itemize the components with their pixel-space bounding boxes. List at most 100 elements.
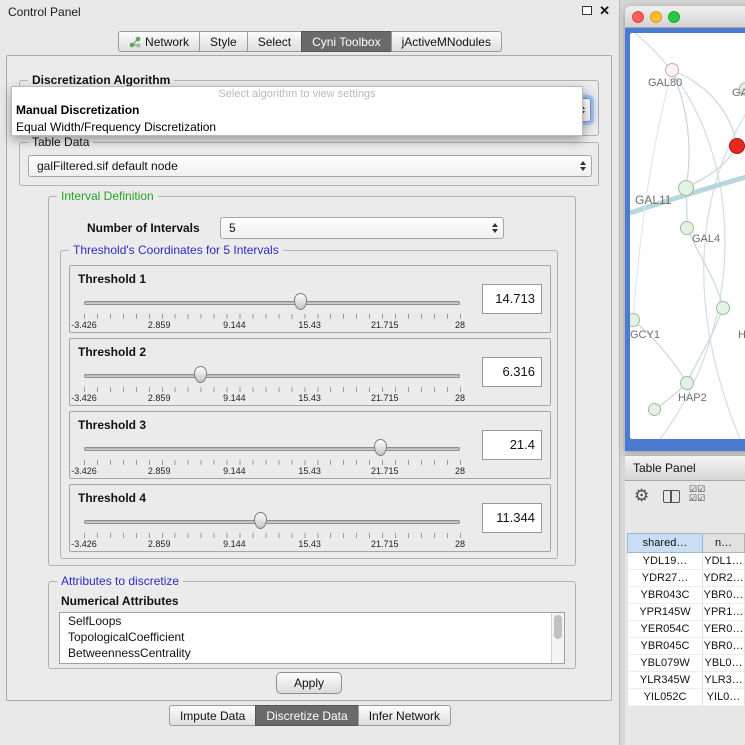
network-node[interactable] (716, 301, 730, 315)
table-cell[interactable]: YLR3… (703, 672, 745, 689)
table-row[interactable]: YBR045CYBR0… (627, 638, 745, 655)
tab-cyni-toolbox[interactable]: Cyni Toolbox (301, 31, 391, 52)
close-icon[interactable]: ✕ (599, 3, 610, 19)
table-row[interactable]: YBL079WYBL0… (627, 655, 745, 672)
table-row[interactable]: YPR145WYPR1… (627, 604, 745, 621)
table-cell[interactable]: YDL1… (703, 553, 745, 570)
list-item[interactable]: SelfLoops (60, 613, 564, 629)
float-window-icon[interactable] (582, 6, 592, 15)
network-node[interactable] (648, 403, 661, 416)
threshold-value-field[interactable]: 14.713 (482, 284, 542, 314)
table-cell[interactable]: YDR2… (703, 570, 745, 587)
tab-jactivemnodules[interactable]: jActiveMNodules (391, 31, 502, 52)
tab-select[interactable]: Select (247, 31, 302, 52)
thresholds-coordinates-group: Threshold's Coordinates for 5 Intervals … (60, 250, 558, 559)
tick-label: -3.426 (71, 393, 97, 403)
table-row[interactable]: YDL19…YDL1… (627, 553, 745, 570)
tab-discretize-data[interactable]: Discretize Data (255, 705, 358, 726)
table-row[interactable]: YIL052CYIL0… (627, 689, 745, 706)
slider-thumb[interactable] (194, 366, 207, 383)
tab-label: Impute Data (180, 709, 245, 723)
slider-ticks (84, 533, 461, 538)
threshold-value-field[interactable]: 11.344 (482, 503, 542, 533)
slider-track[interactable] (84, 447, 460, 451)
tick-label: 2.859 (148, 393, 171, 403)
slider-track[interactable] (84, 374, 460, 378)
table-panel-header[interactable]: Table Panel (625, 455, 745, 481)
combobox-value: galFiltered.sif default node (37, 159, 178, 173)
table-cell[interactable]: YLR345W (627, 672, 703, 689)
slider-ticks (84, 460, 461, 465)
threshold-value-field[interactable]: 6.316 (482, 357, 542, 387)
slider-thumb[interactable] (374, 439, 387, 456)
list-scrollbar[interactable] (551, 613, 564, 663)
tab-infer-network[interactable]: Infer Network (358, 705, 451, 726)
slider-track[interactable] (84, 520, 460, 524)
network-node[interactable] (678, 180, 694, 196)
stepper-icon (580, 161, 586, 171)
show-columns-icon[interactable] (663, 490, 680, 503)
table-cell[interactable]: YDR27… (627, 570, 703, 587)
apply-button[interactable]: Apply (276, 672, 342, 694)
table-cell[interactable]: YPR145W (627, 604, 703, 621)
network-node[interactable] (665, 63, 679, 77)
numerical-attributes-list[interactable]: SelfLoopsTopologicalCoefficientBetweenne… (59, 612, 565, 664)
threshold-value-field[interactable]: 21.4 (482, 430, 542, 460)
list-item[interactable]: TopologicalCoefficient (60, 629, 564, 645)
table-cell[interactable]: YBR0… (703, 587, 745, 604)
slider-thumb[interactable] (254, 512, 267, 529)
table-row[interactable]: YBR043CYBR0… (627, 587, 745, 604)
node-table-body: YDL19…YDL1…YDR27…YDR2…YBR043CYBR0…YPR145… (627, 553, 745, 706)
network-window-titlebar[interactable] (625, 6, 745, 28)
table-row[interactable]: YLR345WYLR3… (627, 672, 745, 689)
zoom-traffic-light-icon[interactable] (668, 11, 680, 23)
tick-label: 15.43 (298, 539, 321, 549)
list-item[interactable]: BetweennessCentrality (60, 645, 564, 661)
slider-thumb[interactable] (294, 293, 307, 310)
table-cell[interactable]: YER054C (627, 621, 703, 638)
network-node[interactable] (680, 376, 694, 390)
slider-track[interactable] (84, 301, 460, 305)
scrollbar-thumb[interactable] (554, 615, 562, 639)
table-row[interactable]: YER054CYER0… (627, 621, 745, 638)
column-header[interactable]: shared… (627, 533, 703, 553)
threshold-slider[interactable] (84, 293, 460, 311)
minimize-traffic-light-icon[interactable] (650, 11, 662, 23)
table-cell[interactable]: YBR043C (627, 587, 703, 604)
control-panel: Control Panel ✕ Network Style Select Cyn… (0, 0, 620, 745)
threshold-slider[interactable] (84, 366, 460, 384)
table-cell[interactable]: YBR0… (703, 638, 745, 655)
table-cell[interactable]: YIL052C (627, 689, 703, 706)
table-row[interactable]: YDR27…YDR2… (627, 570, 745, 587)
tick-label: 15.43 (298, 320, 321, 330)
tab-impute-data[interactable]: Impute Data (169, 705, 256, 726)
table-cell[interactable]: YBR045C (627, 638, 703, 655)
network-canvas[interactable]: GAL80 GA GAL11 GAL4 GCY1 H HAP2 (630, 33, 745, 439)
tab-style[interactable]: Style (199, 31, 248, 52)
table-cell[interactable]: YDL19… (627, 553, 703, 570)
close-traffic-light-icon[interactable] (632, 11, 644, 23)
gear-icon[interactable]: ⚙ (634, 487, 649, 504)
column-header[interactable]: n… (703, 533, 745, 553)
table-cell[interactable]: YBL079W (627, 655, 703, 672)
table-cell[interactable]: YPR1… (703, 604, 745, 621)
threshold-slider[interactable] (84, 512, 460, 530)
table-cell[interactable]: YBL0… (703, 655, 745, 672)
dropdown-item-equal-width-frequency[interactable]: Equal Width/Frequency Discretization (12, 119, 582, 136)
numerical-attributes-label: Numerical Attributes (61, 594, 179, 608)
network-node-selected[interactable] (729, 138, 745, 154)
slider-tick-labels: -3.4262.8599.14415.4321.71528 (84, 539, 460, 549)
table-cell[interactable]: YER0… (703, 621, 745, 638)
dropdown-item-manual-discretization[interactable]: Manual Discretization (12, 102, 582, 119)
num-intervals-combobox[interactable]: 5 (220, 217, 504, 239)
tick-label: 21.715 (371, 320, 399, 330)
tick-label: 28 (455, 320, 465, 330)
attributes-to-discretize-group: Attributes to discretize Numerical Attri… (48, 581, 576, 669)
select-columns-checkboxes-icon[interactable]: ☑☑☑☑ (689, 485, 713, 503)
threshold-slider[interactable] (84, 439, 460, 457)
table-data-combobox[interactable]: galFiltered.sif default node (28, 155, 592, 177)
table-cell[interactable]: YIL0… (703, 689, 745, 706)
tab-network[interactable]: Network (118, 31, 200, 52)
tick-label: 9.144 (223, 393, 246, 403)
threshold-label: Threshold 2 (78, 345, 146, 359)
